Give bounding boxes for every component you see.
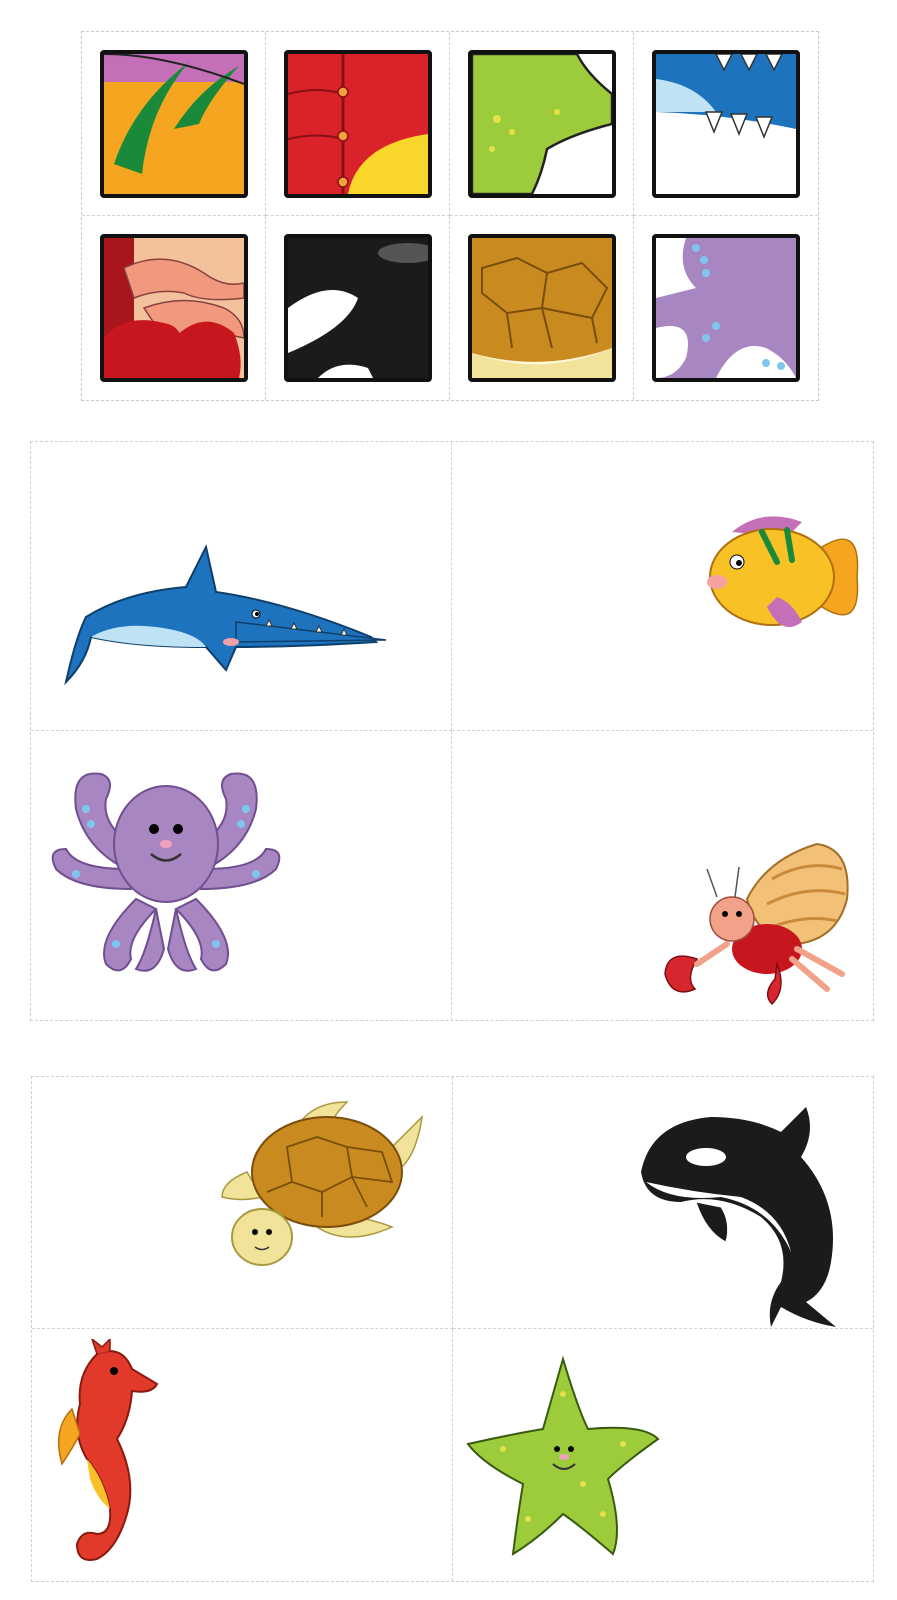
tile-cell	[450, 216, 634, 400]
sawfish-icon	[64, 544, 387, 686]
card-octopus[interactable]	[31, 731, 452, 1020]
orca-detail-icon[interactable]	[283, 234, 432, 382]
octopus-icon	[51, 772, 281, 972]
tile-cell	[82, 32, 266, 216]
tile-cell	[450, 32, 634, 216]
card-seahorse[interactable]	[32, 1329, 453, 1581]
tile-cell	[82, 216, 266, 400]
card-sheet-1	[30, 441, 874, 1021]
orca-icon	[640, 1107, 836, 1327]
card-sheet-2	[31, 1076, 874, 1582]
tile-cell	[634, 32, 818, 216]
card-sawfish[interactable]	[31, 442, 452, 731]
crab-claw-detail-icon[interactable]	[99, 234, 248, 382]
starfish-icon	[465, 1355, 660, 1556]
puzzle-tile-grid	[81, 31, 819, 401]
tile-cell	[266, 216, 450, 400]
starfish-detail-icon[interactable]	[467, 49, 616, 198]
card-sea-turtle[interactable]	[32, 1077, 453, 1329]
turtle-shell-detail-icon[interactable]	[467, 234, 616, 382]
hermit-crab-shell-detail-icon[interactable]	[283, 49, 432, 198]
fish-fin-detail-icon[interactable]	[99, 49, 248, 198]
tropical-fish-icon	[707, 516, 859, 627]
tile-cell	[266, 32, 450, 216]
card-orca[interactable]	[452, 1077, 873, 1329]
octopus-tentacle-detail-icon[interactable]	[652, 234, 800, 382]
card-tropical-fish[interactable]	[452, 442, 873, 731]
seahorse-icon	[57, 1339, 159, 1561]
card-hermit-crab[interactable]	[452, 731, 873, 1020]
tile-cell	[634, 216, 818, 400]
sawfish-teeth-detail-icon[interactable]	[652, 49, 800, 198]
card-starfish[interactable]	[453, 1329, 874, 1581]
sea-turtle-icon	[221, 1101, 424, 1266]
hermit-crab-icon	[664, 842, 849, 1006]
